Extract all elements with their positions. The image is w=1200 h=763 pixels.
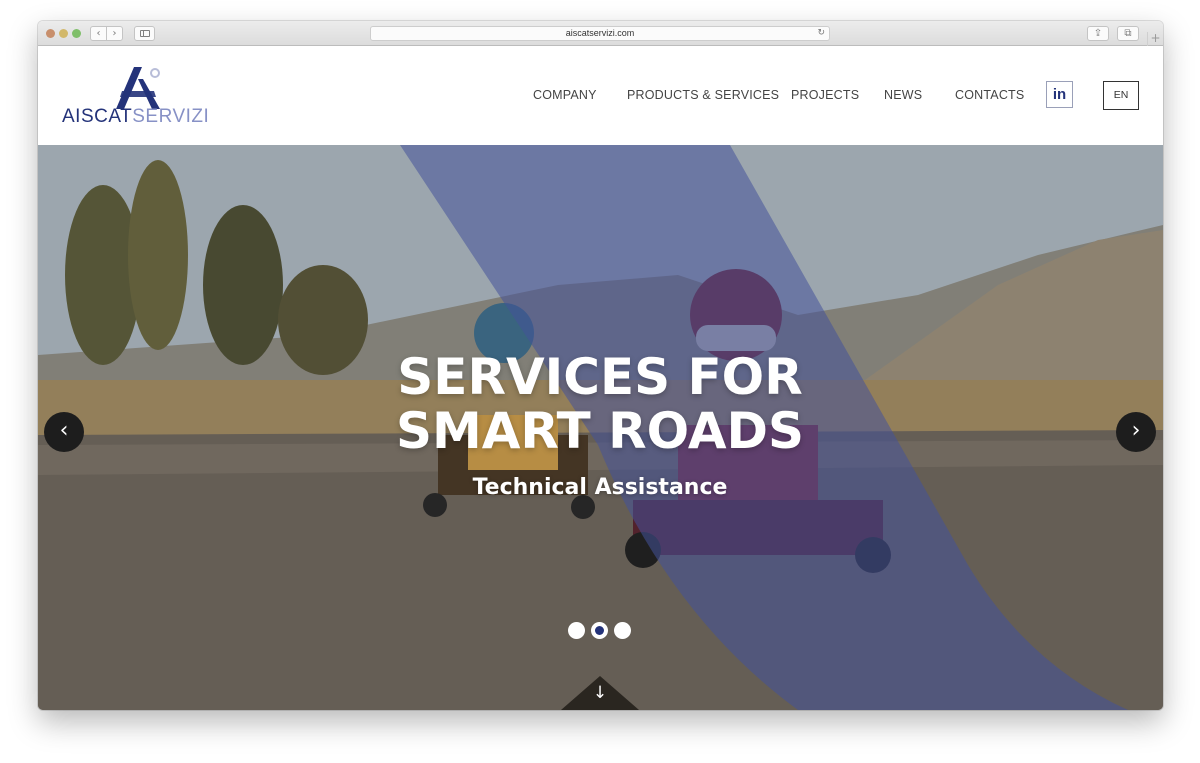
address-bar[interactable]: aiscatservizi.com ↻ xyxy=(370,26,830,41)
slider-dot-1[interactable] xyxy=(568,622,585,639)
back-button[interactable]: ‹ xyxy=(90,26,107,41)
browser-window: ‹ › aiscatservizi.com ↻ ⇪ ⧉ + AISCATSERV… xyxy=(38,21,1163,710)
sidebar-icon xyxy=(140,30,150,37)
nav-news[interactable]: NEWS xyxy=(884,88,922,102)
slider-pagination xyxy=(568,622,638,640)
hero-slider: SERVICES FOR SMART ROADS Technical Assis… xyxy=(38,145,1163,710)
scroll-down-button[interactable]: ↓ xyxy=(561,676,639,710)
nav-projects[interactable]: PROJECTS xyxy=(791,88,859,102)
show-tabs-button[interactable]: ⧉ xyxy=(1117,26,1139,41)
nav-contacts[interactable]: CONTACTS xyxy=(955,88,1024,102)
browser-toolbar: ‹ › aiscatservizi.com ↻ ⇪ ⧉ + xyxy=(38,21,1163,46)
arrow-down-icon: ↓ xyxy=(592,683,608,703)
sidebar-toggle-button[interactable] xyxy=(134,26,155,41)
slider-dot-3[interactable] xyxy=(614,622,631,639)
site-header: AISCATSERVIZI COMPANY PRODUCTS & SERVICE… xyxy=(38,46,1163,145)
zoom-window-button[interactable] xyxy=(72,29,81,38)
url-text: aiscatservizi.com xyxy=(565,28,635,38)
nav-company[interactable]: COMPANY xyxy=(533,88,597,102)
slider-next-button[interactable]: › xyxy=(1116,412,1156,452)
nav-products-services[interactable]: PRODUCTS & SERVICES xyxy=(627,88,779,102)
reload-icon[interactable]: ↻ xyxy=(817,27,825,40)
forward-button[interactable]: › xyxy=(106,26,123,41)
slider-prev-button[interactable]: ‹ xyxy=(44,412,84,452)
close-window-button[interactable] xyxy=(46,29,55,38)
slider-dot-2[interactable] xyxy=(591,622,608,639)
new-tab-button[interactable]: + xyxy=(1147,32,1163,46)
main-nav: COMPANY PRODUCTS & SERVICES PROJECTS NEW… xyxy=(38,46,1163,145)
linkedin-icon[interactable]: in xyxy=(1046,81,1073,108)
hero-title: SERVICES FOR SMART ROADS xyxy=(395,348,805,460)
language-switcher[interactable]: EN xyxy=(1103,81,1139,110)
minimize-window-button[interactable] xyxy=(59,29,68,38)
hero-subtitle: Technical Assistance xyxy=(472,475,728,500)
share-button[interactable]: ⇪ xyxy=(1087,26,1109,41)
